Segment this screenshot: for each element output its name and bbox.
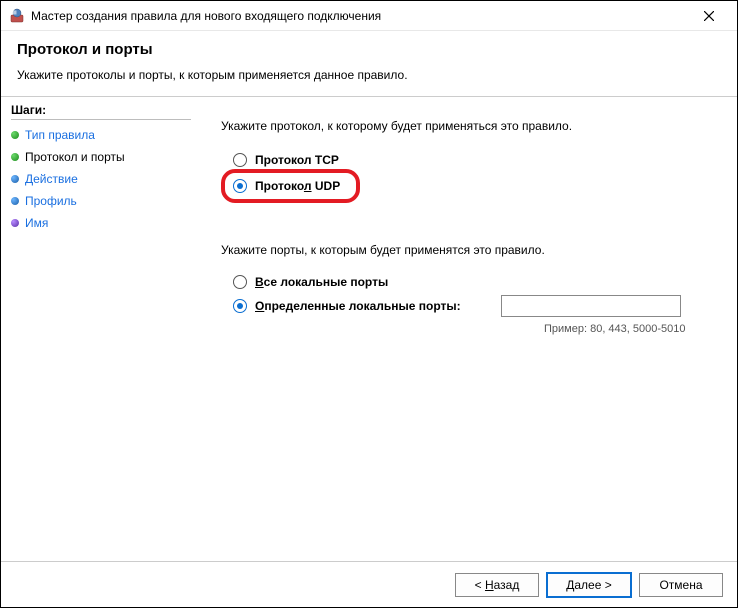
step-bullet-icon [11,153,19,161]
step-bullet-icon [11,197,19,205]
all-ports-label: Все локальные порты [255,275,388,289]
protocol-tcp-option[interactable]: Протокол TCP [221,151,717,169]
highlight-annotation: Протокол UDP [221,169,360,203]
step-label: Протокол и порты [25,150,125,164]
close-button[interactable] [689,1,729,30]
ports-example: Пример: 80, 443, 5000-5010 [544,323,717,335]
titlebar: Мастер создания правила для нового входя… [1,1,737,31]
step-bullet-icon [11,219,19,227]
page-subtitle: Укажите протоколы и порты, к которым при… [17,68,721,82]
step-item[interactable]: Тип правила [11,124,191,146]
step-item[interactable]: Действие [11,168,191,190]
steps-heading: Шаги: [11,103,191,120]
ports-prompt: Укажите порты, к которым будет применятс… [221,243,717,257]
protocol-udp-option[interactable]: Протокол UDP [233,177,340,195]
steps-sidebar: Шаги: Тип правила Протокол и порты Действи… [1,97,201,561]
wizard-footer: < Назад Далее > Отмена [1,561,737,607]
step-bullet-icon [11,175,19,183]
radio-icon [233,299,247,313]
all-ports-option[interactable]: Все локальные порты [233,275,717,289]
cancel-button[interactable]: Отмена [639,573,723,597]
wizard-body: Шаги: Тип правила Протокол и порты Действи… [1,97,737,561]
wizard-window: Мастер создания правила для нового входя… [0,0,738,608]
radio-icon [233,179,247,193]
specific-ports-option[interactable]: Определенные локальные порты: [233,295,717,317]
protocol-udp-label: Протокол UDP [255,179,340,193]
step-item[interactable]: Имя [11,212,191,234]
step-label: Тип правила [25,128,95,142]
step-item[interactable]: Протокол и порты [11,146,191,168]
protocol-prompt: Укажите протокол, к которому будет приме… [221,119,717,133]
app-icon [9,8,25,24]
specific-ports-input[interactable] [501,295,681,317]
window-title: Мастер создания правила для нового входя… [31,9,689,23]
next-button[interactable]: Далее > [547,573,631,597]
step-bullet-icon [11,131,19,139]
step-label: Имя [25,216,48,230]
radio-icon [233,275,247,289]
protocol-tcp-label: Протокол TCP [255,153,339,167]
step-item[interactable]: Профиль [11,190,191,212]
page-title: Протокол и порты [17,41,721,58]
radio-icon [233,153,247,167]
specific-ports-label: Определенные локальные порты: [255,299,461,313]
wizard-content: Укажите протокол, к которому будет приме… [201,97,737,561]
back-button[interactable]: < Назад [455,573,539,597]
wizard-header: Протокол и порты Укажите протоколы и пор… [1,31,737,97]
step-label: Профиль [25,194,77,208]
step-label: Действие [25,172,78,186]
